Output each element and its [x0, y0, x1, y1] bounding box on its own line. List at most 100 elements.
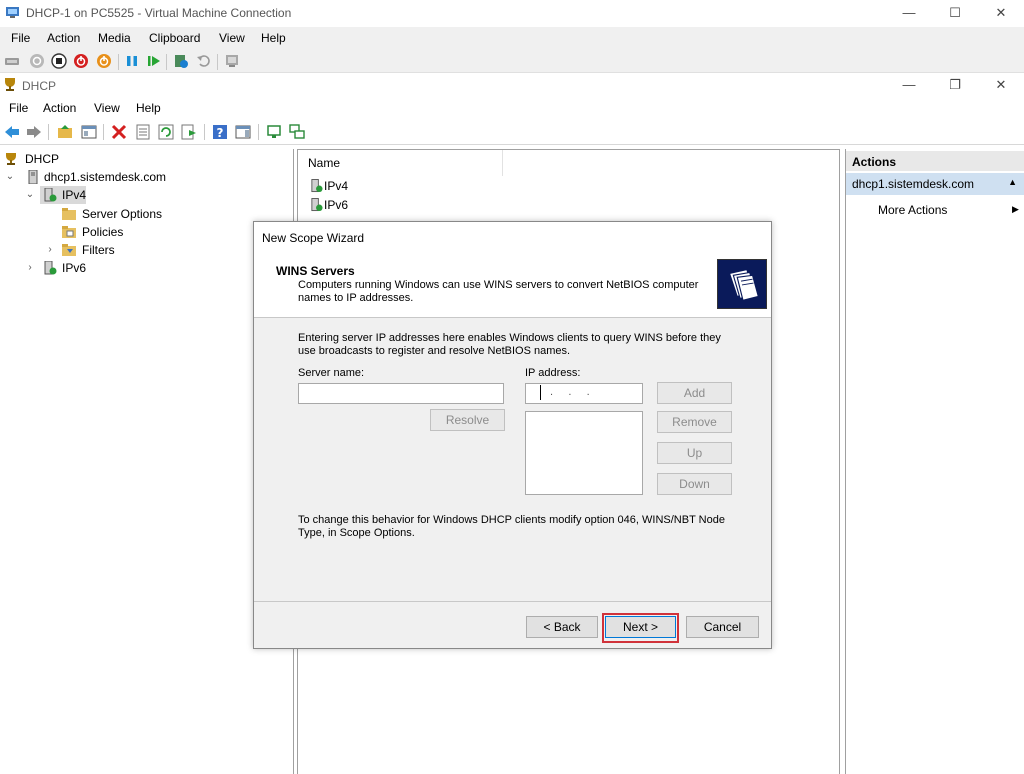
ipv6-server-icon — [44, 261, 57, 275]
wizard-folders-icon — [717, 259, 767, 309]
checkpoint-icon[interactable] — [173, 53, 189, 69]
vm-menu-clipboard[interactable]: Clipboard — [149, 31, 200, 45]
back-button[interactable]: < Back — [526, 616, 598, 638]
add-button[interactable]: Add — [657, 382, 732, 404]
collapse-up-icon[interactable]: ▲ — [1008, 177, 1017, 187]
more-actions-item[interactable]: More Actions — [878, 203, 947, 217]
tree-item-server-options[interactable]: Server Options — [62, 205, 162, 223]
wizard-heading: WINS Servers — [276, 264, 355, 278]
show-hide-tree-icon[interactable] — [81, 124, 97, 140]
filters-folder-icon — [62, 244, 76, 256]
cancel-button[interactable]: Cancel — [686, 616, 759, 638]
wins-server-list[interactable] — [525, 411, 643, 495]
back-arrow-icon[interactable] — [4, 124, 20, 140]
tree-item-server[interactable]: ⌄ dhcp1.sistemdesk.com — [4, 168, 204, 186]
start-icon[interactable] — [29, 53, 45, 69]
vm-toolbar — [0, 49, 1024, 73]
connect-server-icon[interactable] — [289, 124, 305, 140]
ipv4-server-icon — [44, 188, 57, 202]
dhcp-trophy-icon — [6, 153, 16, 165]
mmc-window-title: DHCP — [22, 79, 57, 93]
wizard-footer-note: To change this behavior for Windows DHCP… — [298, 514, 725, 539]
server-name-label: Server name: — [298, 367, 365, 379]
mmc-menu-file[interactable]: File — [9, 101, 28, 115]
vm-menu-help[interactable]: Help — [261, 31, 286, 45]
policies-folder-icon — [62, 226, 76, 238]
shutdown-icon[interactable] — [73, 53, 89, 69]
up-button[interactable]: Up — [657, 442, 732, 464]
pause-icon[interactable] — [124, 53, 140, 69]
chevron-right-icon[interactable]: › — [24, 259, 36, 277]
chevron-right-icon[interactable]: › — [44, 241, 56, 259]
close-button[interactable]: ✕ — [990, 3, 1012, 23]
wizard-subheading: Computers running Windows can use WINS s… — [298, 279, 699, 304]
mmc-toolbar: ? — [0, 119, 1024, 145]
turn-off-icon[interactable] — [51, 53, 67, 69]
actions-header: Actions — [846, 151, 1024, 171]
chevron-down-icon[interactable]: ⌄ — [4, 168, 16, 186]
svg-text:?: ? — [217, 126, 224, 140]
vm-window-title: DHCP-1 on PC5525 - Virtual Machine Conne… — [26, 6, 292, 20]
tree-label: Server Options — [82, 207, 163, 221]
revert-icon[interactable] — [196, 53, 212, 69]
up-folder-icon[interactable] — [57, 124, 73, 140]
delete-icon[interactable] — [111, 124, 127, 140]
forward-arrow-icon[interactable] — [26, 124, 42, 140]
wizard-header: WINS Servers Computers running Windows c… — [254, 252, 771, 318]
vm-menu-action[interactable]: Action — [47, 31, 80, 45]
list-item[interactable]: IPv4 — [310, 177, 348, 195]
vm-title-bar: DHCP-1 on PC5525 - Virtual Machine Conne… — [0, 0, 1024, 27]
vm-menu-file[interactable]: File — [11, 31, 30, 45]
chevron-down-icon[interactable]: ⌄ — [24, 186, 36, 204]
tree-label: IPv6 — [62, 261, 87, 275]
down-button[interactable]: Down — [657, 473, 732, 495]
tree-label: Policies — [82, 225, 124, 239]
tree-item-dhcp[interactable]: DHCP — [4, 150, 59, 168]
next-button[interactable]: Next > — [605, 616, 676, 638]
help-icon[interactable]: ? — [212, 124, 228, 140]
mmc-minimize-button[interactable]: — — [898, 75, 920, 95]
wizard-intro-text: Entering server IP addresses here enable… — [298, 332, 721, 357]
column-header-name[interactable]: Name — [298, 150, 503, 176]
more-actions-label: More Actions — [878, 203, 948, 217]
maximize-button[interactable]: ☐ — [944, 3, 966, 23]
mmc-menu-bar: File Action View Help — [0, 97, 1024, 119]
list-item[interactable]: IPv6 — [310, 196, 348, 214]
tree-item-filters[interactable]: › Filters — [44, 241, 115, 259]
text-cursor — [540, 385, 541, 400]
actions-section-label: dhcp1.sistemdesk.com — [852, 177, 975, 191]
tree-label: Filters — [82, 243, 115, 257]
mmc-menu-view[interactable]: View — [94, 101, 120, 115]
vm-menu-bar: File Action Media Clipboard View Help — [0, 27, 1024, 49]
tree-item-ipv6[interactable]: › IPv6 — [24, 259, 86, 277]
tree-item-policies[interactable]: Policies — [62, 223, 123, 241]
save-state-icon[interactable] — [96, 53, 112, 69]
mmc-close-button[interactable]: ✕ — [990, 75, 1012, 95]
properties-icon[interactable] — [135, 124, 151, 140]
ip-address-input[interactable]: . . . — [525, 383, 643, 404]
export-list-icon[interactable] — [181, 124, 197, 140]
mmc-restore-button[interactable]: ❐ — [944, 75, 966, 95]
minimize-button[interactable]: — — [898, 3, 920, 23]
remove-button[interactable]: Remove — [657, 411, 732, 433]
enhanced-session-icon[interactable] — [224, 53, 240, 69]
vm-menu-view[interactable]: View — [219, 31, 245, 45]
mmc-title-bar: DHCP — ❐ ✕ — [0, 73, 1024, 97]
mmc-menu-action[interactable]: Action — [43, 101, 76, 115]
list-item-label: IPv6 — [324, 198, 349, 212]
resume-icon[interactable] — [146, 53, 162, 69]
ip-address-label: IP address: — [525, 367, 581, 379]
submenu-arrow-icon[interactable]: ▶ — [1012, 204, 1019, 215]
refresh-icon[interactable] — [158, 124, 174, 140]
vm-connection-icon — [6, 7, 19, 18]
server-monitor-icon[interactable] — [266, 124, 282, 140]
actions-section-server[interactable]: dhcp1.sistemdesk.com ▲ — [846, 173, 1024, 195]
vm-menu-media[interactable]: Media — [98, 31, 131, 45]
resolve-button[interactable]: Resolve — [430, 409, 505, 431]
tree-item-ipv4[interactable]: ⌄ IPv4 — [24, 186, 86, 204]
show-action-pane-icon[interactable] — [235, 124, 251, 140]
mmc-menu-help[interactable]: Help — [136, 101, 161, 115]
ipv6-server-icon — [311, 198, 323, 212]
server-name-input[interactable] — [298, 383, 504, 404]
ctrl-alt-del-icon[interactable] — [4, 53, 20, 69]
